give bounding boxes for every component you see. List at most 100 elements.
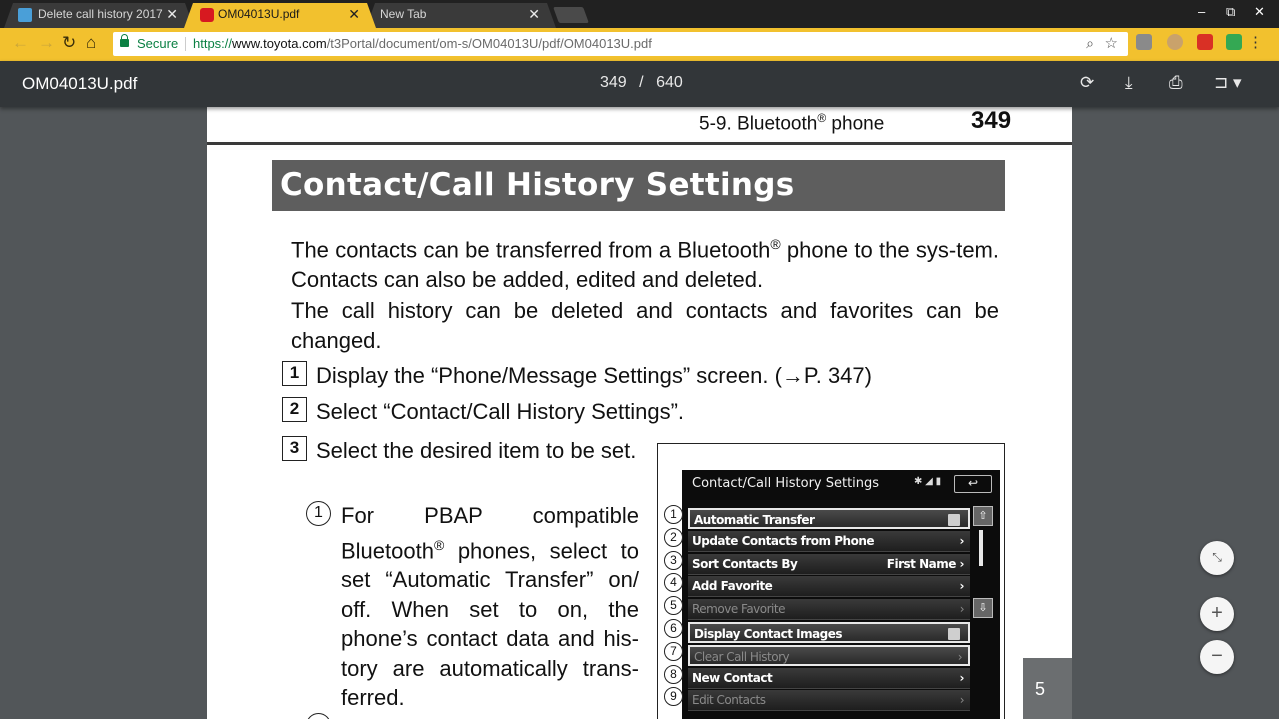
para-text: The contacts can be transferred from a B… bbox=[291, 237, 771, 263]
checkbox-icon bbox=[948, 514, 960, 526]
section-heading: Contact/Call History Settings bbox=[280, 167, 795, 203]
zoom-out-button[interactable]: − bbox=[1200, 640, 1234, 674]
print-icon[interactable]: ⎙ bbox=[1169, 73, 1183, 93]
callout-number: 7 bbox=[664, 641, 683, 661]
menu-item-label: Sort Contacts By bbox=[692, 556, 798, 571]
callout-number: 5 bbox=[664, 596, 683, 616]
page-indicator: 5 bbox=[1023, 658, 1072, 719]
forward-icon[interactable]: → bbox=[38, 33, 55, 53]
scroll-up-icon: ⇧ bbox=[973, 506, 993, 526]
sub-item-number bbox=[306, 713, 331, 719]
url-scheme: https:// bbox=[193, 36, 233, 51]
chevron-right-icon: › bbox=[959, 670, 965, 685]
tab-om04013u-pdf[interactable]: OM04013U.pdf ✕ bbox=[184, 3, 376, 28]
site-favicon-icon bbox=[18, 8, 32, 22]
bookmark-icon[interactable]: ⊐ ▾ bbox=[1214, 73, 1242, 93]
callout-number: 4 bbox=[664, 573, 683, 593]
chrome-menu-icon[interactable]: ⋮ bbox=[1248, 33, 1263, 51]
new-tab-button[interactable] bbox=[553, 7, 589, 23]
rotate-icon[interactable]: ⟳ bbox=[1080, 73, 1094, 93]
call-history-paragraph: The call history can be deleted and cont… bbox=[291, 298, 999, 353]
page-counter: 349 / 640 bbox=[600, 74, 683, 92]
minimize-icon[interactable]: – bbox=[1198, 4, 1205, 19]
scrollbar bbox=[979, 530, 983, 566]
toyota-favicon-icon bbox=[200, 8, 214, 22]
back-icon[interactable]: ← bbox=[12, 33, 29, 53]
close-window-icon[interactable]: ✕ bbox=[1254, 4, 1265, 20]
total-pages: 640 bbox=[656, 74, 683, 91]
fit-to-page-button[interactable]: ⤡ bbox=[1200, 541, 1234, 575]
tab-title: OM04013U.pdf bbox=[218, 7, 300, 21]
tab-new-tab[interactable]: New Tab ✕ bbox=[366, 3, 556, 28]
pdf-page: 5-9. Bluetooth® phone 349 Contact/Call H… bbox=[207, 107, 1072, 719]
home-icon[interactable]: ⌂ bbox=[86, 33, 96, 53]
menu-item-label: Remove Favorite bbox=[692, 602, 785, 617]
page-number: 349 bbox=[971, 107, 1012, 134]
menu-item-label: Clear Call History bbox=[694, 649, 790, 664]
registered-mark: ® bbox=[817, 111, 827, 125]
zoom-icon[interactable]: ⌕ bbox=[1086, 35, 1094, 52]
menu-item-label: Add Favorite bbox=[692, 579, 773, 594]
bookmark-star-icon[interactable]: ☆ bbox=[1105, 34, 1118, 52]
scroll-down-icon: ⇩ bbox=[973, 598, 993, 618]
registered-mark: ® bbox=[770, 236, 781, 252]
tab-delete-call-history[interactable]: Delete call history 2017 ✕ bbox=[4, 3, 194, 28]
download-icon[interactable]: ⤓ bbox=[1125, 73, 1133, 93]
sub-item-text: For PBAP compatible Bluetooth® phones, s… bbox=[341, 501, 639, 713]
divider bbox=[185, 37, 186, 51]
step-text: Select the desired item to be set. bbox=[316, 438, 637, 463]
checkbox-icon bbox=[948, 628, 960, 640]
section-heading-bar: Contact/Call History Settings bbox=[272, 160, 1005, 211]
secure-label[interactable]: Secure bbox=[137, 36, 178, 51]
intro-paragraph: The contacts can be transferred from a B… bbox=[291, 230, 999, 294]
step-number-box: 2 bbox=[282, 397, 307, 422]
sub-item-number: 1 bbox=[306, 501, 331, 526]
close-tab-icon[interactable]: ✕ bbox=[166, 3, 178, 26]
url-text[interactable]: https://www.toyota.com/t3Portal/document… bbox=[193, 36, 652, 51]
address-bar[interactable]: Secure https://www.toyota.com/t3Portal/d… bbox=[113, 32, 1128, 56]
chevron-right-icon: › bbox=[959, 579, 965, 594]
menu-item-label: Edit Contacts bbox=[692, 693, 766, 708]
chevron-right-icon: › bbox=[959, 602, 965, 617]
current-page-input[interactable]: 349 bbox=[600, 74, 627, 91]
step-text: Display the “Phone/Message Settings” scr… bbox=[316, 363, 872, 388]
screen-menu-item: Sort Contacts By First Name › bbox=[688, 553, 970, 575]
screen-menu-item: Edit Contacts › bbox=[688, 690, 970, 712]
extension-icon[interactable] bbox=[1197, 34, 1213, 50]
callout-number: 3 bbox=[664, 550, 683, 570]
step-number-box: 1 bbox=[282, 361, 307, 386]
extension-icon[interactable] bbox=[1167, 34, 1183, 50]
screen-menu-item: Display Contact Images bbox=[688, 622, 970, 643]
menu-item-label: New Contact bbox=[692, 670, 773, 685]
menu-item-label: Display Contact Images bbox=[694, 627, 843, 641]
browser-toolbar: ← → ↻ ⌂ Secure https://www.toyota.com/t3… bbox=[0, 28, 1279, 61]
zoom-in-button[interactable]: + bbox=[1200, 597, 1234, 631]
close-tab-icon[interactable]: ✕ bbox=[348, 3, 360, 26]
status-icons: ✱ ◢ ▮ bbox=[914, 476, 942, 487]
close-tab-icon[interactable]: ✕ bbox=[528, 3, 540, 26]
restore-icon[interactable]: ⧉ bbox=[1226, 4, 1235, 20]
url-path: /t3Portal/document/om-s/OM04013U/pdf/OM0… bbox=[326, 36, 652, 51]
screen-menu-item: Clear Call History › bbox=[688, 644, 970, 666]
menu-item-label: Update Contacts from Phone bbox=[692, 533, 875, 548]
reload-icon[interactable]: ↻ bbox=[62, 33, 76, 53]
extension-icon[interactable] bbox=[1136, 34, 1152, 50]
chevron-right-icon: › bbox=[959, 533, 965, 548]
screen-menu-item: Update Contacts from Phone › bbox=[688, 530, 970, 552]
extension-icon[interactable] bbox=[1226, 34, 1242, 50]
screen-figure: Contact/Call History Settings ✱ ◢ ▮ ↩ Au… bbox=[657, 443, 1005, 719]
registered-mark: ® bbox=[433, 536, 445, 553]
menu-item-label: Automatic Transfer bbox=[694, 513, 815, 527]
callout-number: 8 bbox=[664, 664, 683, 684]
tab-title: New Tab bbox=[380, 7, 427, 21]
screen-menu-item: Automatic Transfer bbox=[688, 508, 970, 529]
url-domain: www.toyota.com bbox=[232, 36, 327, 51]
header-rule bbox=[207, 142, 1072, 145]
chevron-right-icon: › bbox=[959, 693, 965, 708]
tab-title: Delete call history 2017 bbox=[38, 7, 163, 21]
sub-text: phones, select to set “Automatic Transfe… bbox=[341, 537, 639, 711]
page-separator: / bbox=[639, 74, 644, 91]
callout-number: 6 bbox=[664, 619, 683, 638]
running-head-text: 5-9. Bluetooth bbox=[699, 113, 818, 135]
chevron-right-icon: › bbox=[957, 649, 963, 664]
